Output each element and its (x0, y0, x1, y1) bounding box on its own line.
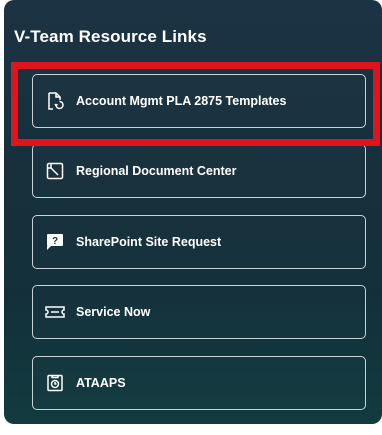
svg-text:?: ? (52, 236, 58, 247)
ticket-icon (44, 301, 66, 323)
page-background-edge (0, 292, 4, 435)
link-regional-document-center[interactable]: Regional Document Center (32, 144, 366, 198)
link-service-now[interactable]: Service Now (32, 285, 366, 339)
link-label: ATAAPS (76, 376, 126, 390)
link-ataaps[interactable]: ATAAPS (32, 356, 366, 410)
link-label: SharePoint Site Request (76, 235, 222, 249)
link-account-mgmt-templates[interactable]: Account Mgmt PLA 2875 Templates (32, 74, 366, 128)
panel-title: V-Team Resource Links (14, 27, 207, 46)
link-label: Service Now (76, 305, 151, 319)
clock-form-icon (44, 372, 66, 394)
question-badge-icon: ? (44, 231, 66, 253)
document-icon (44, 160, 66, 182)
document-refresh-icon (44, 90, 66, 112)
link-label: Regional Document Center (76, 164, 237, 178)
link-label: Account Mgmt PLA 2875 Templates (76, 94, 287, 108)
link-sharepoint-site-request[interactable]: ? SharePoint Site Request (32, 215, 366, 269)
resource-links-panel: V-Team Resource Links Account Mgmt PLA 2… (4, 0, 382, 424)
